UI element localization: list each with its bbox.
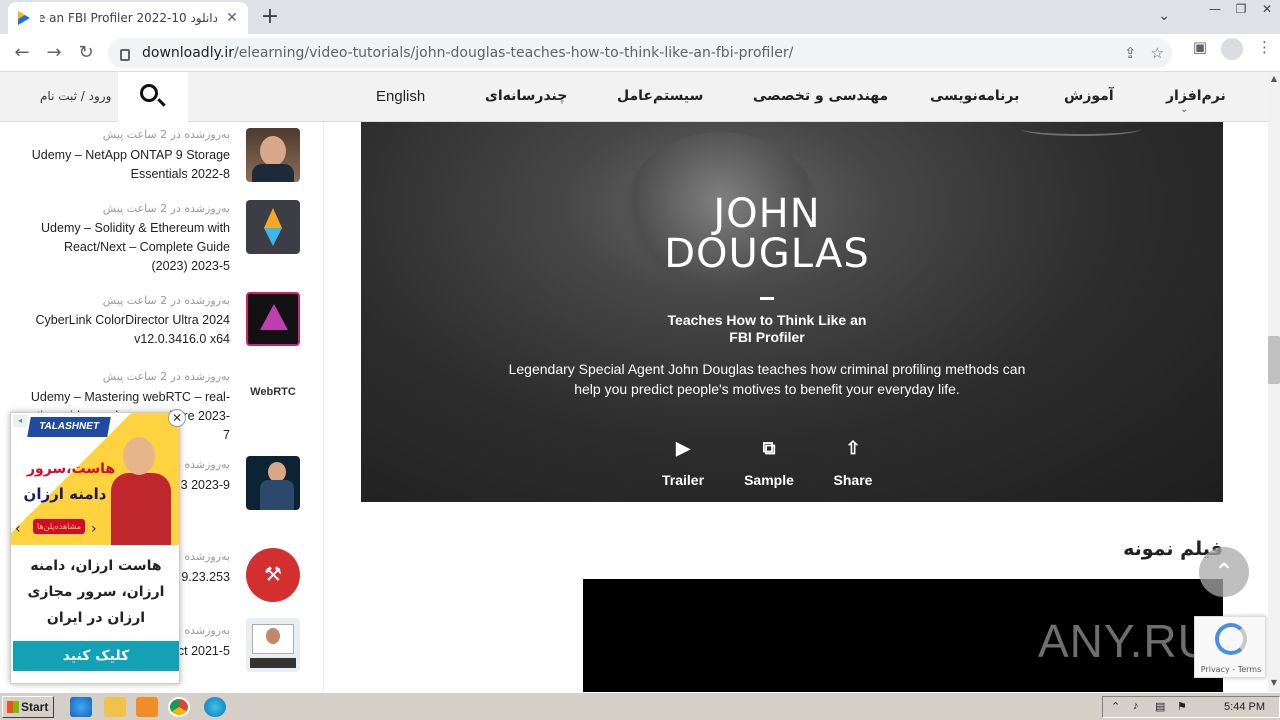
site-search-button[interactable] bbox=[118, 72, 188, 122]
list-item[interactable]: به‌روزشده در 2 ساعت پیش CyberLink ColorD… bbox=[0, 292, 310, 372]
profile-avatar[interactable] bbox=[1221, 38, 1243, 60]
scroll-to-top-button[interactable]: ⌃ bbox=[1199, 547, 1249, 597]
scrollbar-thumb[interactable] bbox=[1268, 336, 1280, 384]
ad-info-icon[interactable]: ◂ bbox=[13, 415, 27, 427]
bookmark-star-icon[interactable]: ☆ bbox=[1151, 44, 1164, 62]
scroll-up-arrow-icon[interactable]: ▲ bbox=[1268, 74, 1280, 86]
list-item[interactable]: به‌روزشده در 2 ساعت پیش Udemy – Solidity… bbox=[0, 200, 310, 280]
ad-subheadline: دامنه ارزان bbox=[23, 485, 107, 503]
hero-banner: JOHN DOUGLAS Teaches How to Think Like an… bbox=[361, 122, 1223, 502]
share-icon: ⇧ bbox=[845, 438, 861, 458]
post-thumbnail[interactable]: WebRTC bbox=[246, 366, 300, 420]
tray-expand-icon[interactable]: ⌃ bbox=[1111, 700, 1120, 713]
toolbar-right: ▣ ⋮ bbox=[1193, 38, 1272, 60]
volume-icon[interactable]: ♪ bbox=[1133, 700, 1139, 712]
nav-item-multimedia[interactable]: چندرسانه‌ای bbox=[485, 88, 567, 104]
ad-person-image bbox=[107, 433, 173, 545]
omnibox-actions: ⇪ ☆ bbox=[1124, 44, 1164, 62]
ad-close-icon[interactable]: ✕ bbox=[168, 409, 186, 427]
copy-icon: ⧉ bbox=[762, 438, 776, 458]
site-favicon-icon bbox=[16, 10, 32, 26]
nav-item-os[interactable]: سیستم‌عامل bbox=[617, 88, 703, 104]
sample-button[interactable]: ⧉ Sample bbox=[741, 436, 797, 488]
restore-button[interactable]: ❐ bbox=[1228, 0, 1254, 18]
minimize-button[interactable]: — bbox=[1202, 0, 1228, 18]
address-bar[interactable]: downloadly.ir/elearning/video-tutorials/… bbox=[108, 38, 1172, 68]
ad-next-icon[interactable]: › bbox=[91, 521, 97, 537]
post-thumbnail[interactable] bbox=[246, 128, 300, 182]
system-tray: ⌃ ♪ ▤ ⚑ 5:44 PM bbox=[1102, 696, 1280, 718]
post-meta: به‌روزشده در 2 ساعت پیش bbox=[102, 370, 230, 383]
nav-item-engineering[interactable]: مهندسی و تخصصی bbox=[753, 88, 888, 104]
nav-item-programming[interactable]: برنامه‌نویسی bbox=[930, 88, 1019, 104]
ad-brand-logo: TALASHNET bbox=[27, 417, 111, 437]
nav-item-english[interactable]: English bbox=[376, 88, 425, 105]
tab-search-chevron-icon[interactable]: ⌄ bbox=[1158, 8, 1170, 24]
nav-item-software[interactable]: نرم‌افزار bbox=[1166, 88, 1226, 104]
forward-button[interactable]: → bbox=[38, 37, 70, 69]
ad-banner[interactable]: ◂ TALASHNET هاست،سرور دامنه ارزان مشاهده… bbox=[11, 413, 179, 545]
back-button[interactable]: ← bbox=[6, 37, 38, 69]
hero-decor bbox=[1021, 122, 1141, 136]
search-icon bbox=[140, 84, 158, 102]
media-player-icon[interactable] bbox=[136, 697, 158, 717]
flag-icon[interactable]: ⚑ bbox=[1177, 700, 1187, 713]
new-tab-button[interactable]: + bbox=[258, 4, 282, 29]
recaptcha-badge[interactable]: Privacy - Terms bbox=[1194, 616, 1266, 678]
play-icon: ▶ bbox=[676, 438, 690, 458]
post-meta: به‌روزشده در 2 ساعت پیش bbox=[102, 294, 230, 307]
side-panel-icon[interactable]: ▣ bbox=[1193, 38, 1207, 60]
trailer-button[interactable]: ▶ Trailer bbox=[657, 436, 709, 488]
recaptcha-terms[interactable]: Privacy - Terms bbox=[1195, 665, 1267, 674]
url-text: downloadly.ir/elearning/video-tutorials/… bbox=[142, 45, 794, 61]
post-meta: به‌روزشده در 2 ساعت پیش bbox=[102, 128, 230, 141]
hero-subtitle: Teaches How to Think Like an FBI Profile… bbox=[667, 312, 867, 345]
post-title[interactable]: CyberLink ColorDirector Ultra 2024 v12.0… bbox=[30, 311, 230, 349]
ad-view-plans-button[interactable]: مشاهده‌پلن‌ها bbox=[33, 519, 85, 534]
menu-kebab-icon[interactable]: ⋮ bbox=[1257, 38, 1272, 60]
lock-icon[interactable] bbox=[120, 49, 130, 61]
post-meta: به‌روزشده در 2 ساعت پیش bbox=[102, 202, 230, 215]
list-item[interactable]: به‌روزشده در 2 ساعت پیش Udemy – NetApp O… bbox=[0, 126, 310, 206]
reload-button[interactable]: ↻ bbox=[70, 37, 102, 69]
browser-tab[interactable]: دانلود Like an FBI Profiler 2022-10 ✕ bbox=[8, 2, 248, 34]
browser-tab-strip: دانلود Like an FBI Profiler 2022-10 ✕ + … bbox=[0, 0, 1280, 34]
window-controls: — ❐ ✕ bbox=[1202, 0, 1280, 20]
ad-description: هاست ارزان، دامنه ارزان، سرور مجازی ارزا… bbox=[27, 558, 165, 626]
chrome-icon[interactable] bbox=[168, 697, 190, 717]
post-thumbnail[interactable] bbox=[246, 456, 300, 510]
nav-item-education[interactable]: آموزش bbox=[1064, 88, 1114, 104]
clock[interactable]: 5:44 PM bbox=[1224, 701, 1265, 713]
post-thumbnail[interactable] bbox=[246, 618, 300, 672]
windows-taskbar: Start ⌃ ♪ ▤ ⚑ 5:44 PM bbox=[0, 692, 1280, 720]
post-title[interactable]: Udemy – NetApp ONTAP 9 Storage Essential… bbox=[30, 146, 230, 184]
network-icon[interactable]: ▤ bbox=[1155, 700, 1165, 713]
tab-close-icon[interactable]: ✕ bbox=[224, 10, 240, 26]
edge-icon[interactable] bbox=[204, 697, 226, 717]
explorer-folder-icon[interactable] bbox=[104, 697, 126, 717]
ie-icon[interactable] bbox=[70, 697, 92, 717]
section-heading: فیلم نمونه bbox=[1123, 538, 1223, 560]
share-button[interactable]: ⇧ Share bbox=[829, 436, 877, 488]
login-register-link[interactable]: ورود / ثبت نام bbox=[40, 89, 111, 103]
hero-description: Legendary Special Agent John Douglas tea… bbox=[508, 361, 1026, 397]
post-thumbnail[interactable]: ⚒ bbox=[246, 548, 300, 602]
ad-prev-icon[interactable]: ‹ bbox=[15, 521, 21, 537]
chevron-down-icon: ⌄ bbox=[1180, 104, 1189, 115]
share-page-icon[interactable]: ⇪ bbox=[1124, 44, 1137, 62]
scroll-down-arrow-icon[interactable]: ▼ bbox=[1268, 678, 1280, 690]
recaptcha-icon bbox=[1215, 623, 1247, 655]
ad-click-button[interactable]: کلیک کنید bbox=[13, 641, 179, 671]
floating-ad[interactable]: ◂ TALASHNET هاست،سرور دامنه ارزان مشاهده… bbox=[10, 409, 186, 684]
start-button[interactable]: Start bbox=[2, 696, 54, 718]
window-close-button[interactable]: ✕ bbox=[1254, 0, 1280, 18]
post-thumbnail[interactable] bbox=[246, 200, 300, 254]
browser-toolbar: ← → ↻ downloadly.ir/elearning/video-tuto… bbox=[0, 34, 1280, 72]
chevron-up-icon: ⌃ bbox=[1213, 558, 1235, 586]
hero-title: JOHN DOUGLAS bbox=[664, 191, 870, 277]
tab-title: دانلود Like an FBI Profiler 2022-10 bbox=[40, 11, 218, 25]
hero-divider bbox=[760, 297, 774, 300]
post-title[interactable]: Udemy – Solidity & Ethereum with React/N… bbox=[30, 219, 230, 276]
post-thumbnail[interactable] bbox=[246, 292, 300, 346]
